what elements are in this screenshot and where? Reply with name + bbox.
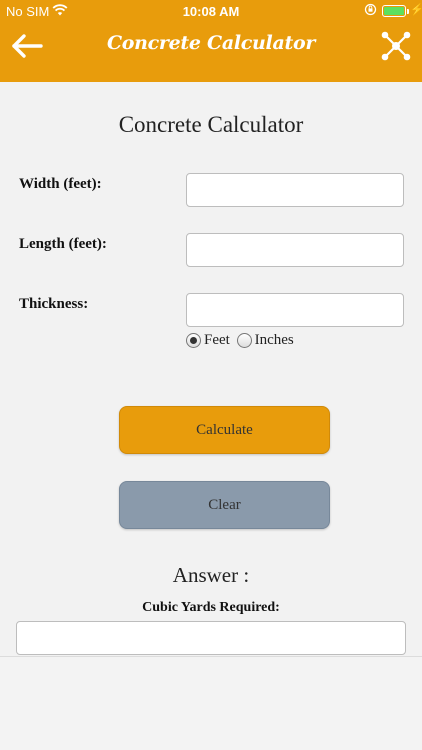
width-input[interactable] — [186, 173, 404, 207]
thickness-input[interactable] — [186, 293, 404, 327]
calculator-form: Concrete Calculator Width (feet): Length… — [0, 82, 422, 656]
calculate-button[interactable]: Calculate — [119, 406, 330, 454]
unit-radio-feet[interactable] — [186, 333, 201, 349]
nav-title: Concrete Calculator — [106, 32, 316, 54]
page-title: Concrete Calculator — [118, 112, 304, 137]
app-header: No SIM 10:08 AM ⚡ Concrete Calculator — [0, 0, 422, 82]
width-label: Width (feet): — [19, 176, 102, 192]
unit-selector: Feet Inches — [186, 332, 297, 352]
answer-output[interactable] — [16, 621, 406, 655]
share-nodes-icon — [381, 31, 411, 61]
unit-radio-inches[interactable] — [236, 333, 252, 349]
status-bar: No SIM 10:08 AM ⚡ — [0, 0, 422, 24]
clear-button[interactable]: Clear — [119, 481, 330, 529]
unit-label-feet: Feet — [204, 332, 230, 349]
length-input[interactable] — [186, 233, 404, 267]
share-button[interactable] — [380, 30, 412, 62]
orientation-lock-icon — [364, 3, 377, 16]
thickness-label: Thickness: — [19, 296, 89, 312]
footer-area — [0, 656, 422, 750]
answer-subtitle: Cubic Yards Required: — [142, 600, 280, 615]
answer-title: Answer : — [172, 563, 250, 587]
battery-icon — [382, 5, 409, 17]
clock-label: 10:08 AM — [182, 4, 240, 19]
unit-label-inches: Inches — [254, 332, 294, 349]
charging-icon: ⚡ — [410, 4, 422, 16]
length-label: Length (feet): — [19, 236, 107, 252]
